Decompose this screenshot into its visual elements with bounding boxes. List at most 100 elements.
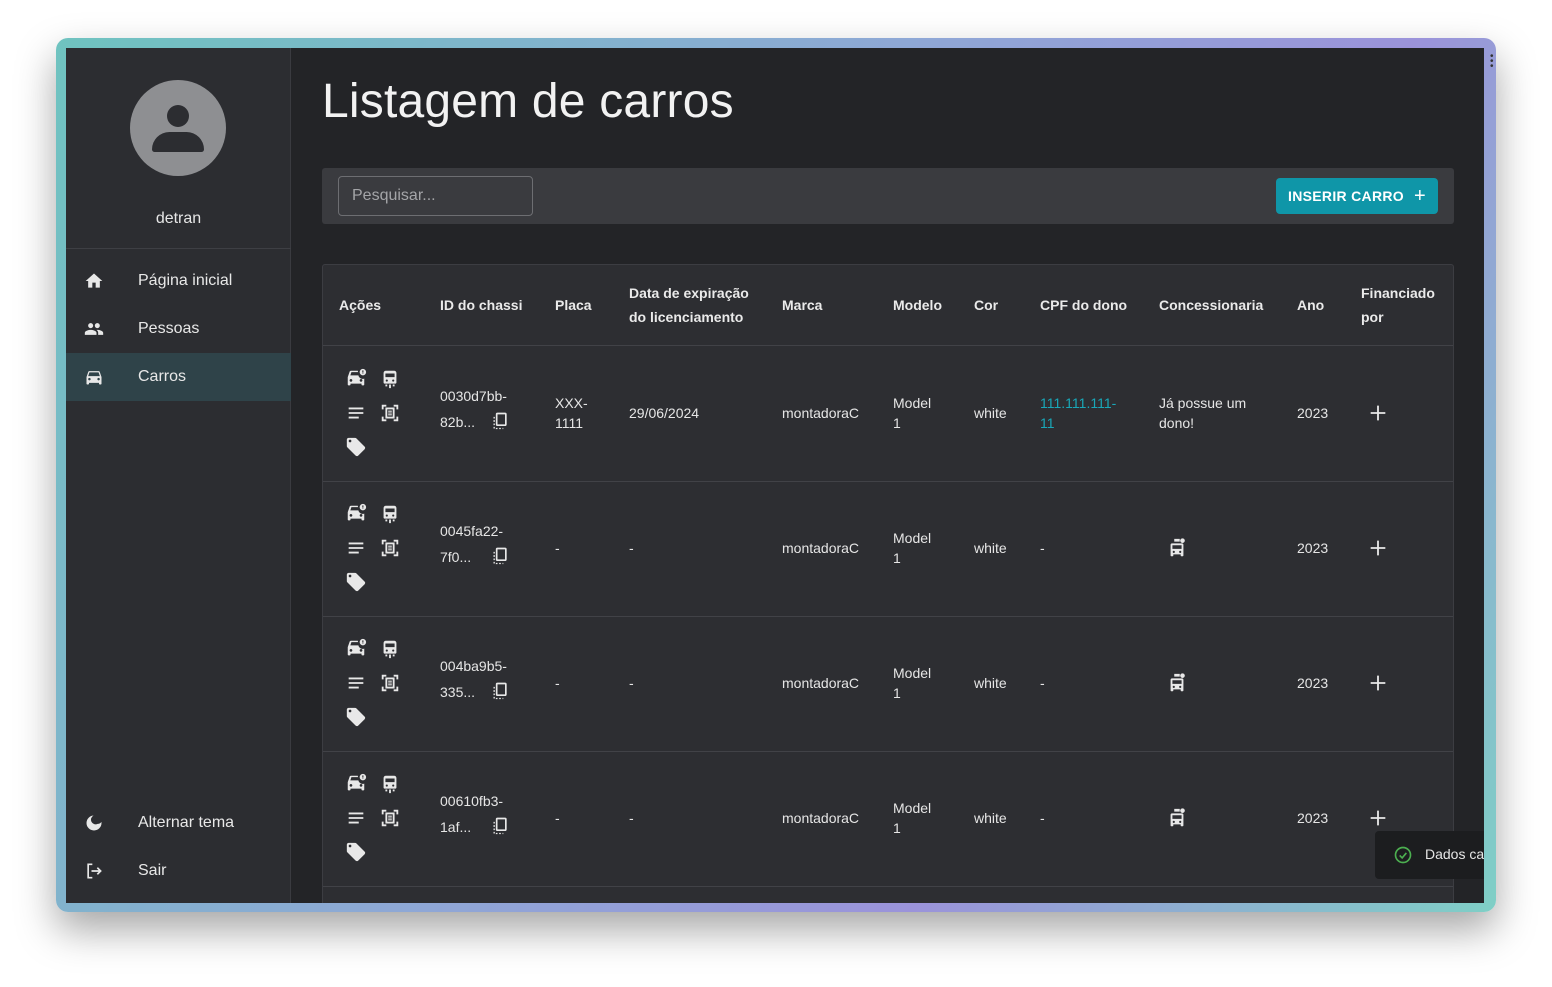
sidebar-divider (66, 248, 291, 249)
logout-button[interactable]: Sair (66, 847, 291, 895)
ano: 2023 (1297, 405, 1329, 421)
details-icon[interactable] (345, 402, 367, 424)
chassi-id-line2: 82b... (440, 414, 476, 430)
modelo-line2: 1 (893, 550, 901, 566)
car-alert-icon[interactable] (345, 368, 367, 390)
cor: white (974, 405, 1007, 421)
toggle-theme-button[interactable]: Alternar tema (66, 799, 291, 847)
modelo-line2: 1 (893, 685, 901, 701)
car-alert-icon[interactable] (345, 638, 367, 660)
document-scan-icon[interactable] (379, 402, 401, 424)
concessionaria-line2: dono! (1159, 415, 1195, 431)
modelo-line1: Model (893, 800, 932, 816)
add-financing-icon[interactable] (1367, 537, 1389, 559)
cpf: - (1040, 675, 1045, 691)
table-row: 0045fa22- 7f0... - - montadoraC Model 1 white - 2… (323, 482, 1453, 617)
ano: 2023 (1297, 540, 1329, 556)
expiracao: - (629, 810, 634, 826)
chassi-id-line2: 7f0... (440, 549, 472, 565)
car-front-icon[interactable] (379, 368, 401, 390)
car-front-icon[interactable] (379, 638, 401, 660)
document-scan-icon[interactable] (379, 807, 401, 829)
sidebar-item-pessoas[interactable]: Pessoas (66, 305, 291, 353)
header-ano[interactable]: Ano (1297, 293, 1324, 317)
home-icon (85, 273, 103, 288)
app-window-frame: • • • detran Página inicial Pessoas Carros (56, 38, 1496, 912)
insert-car-button[interactable]: INSERIR CARRO + (1276, 178, 1438, 214)
add-financing-icon[interactable] (1367, 807, 1389, 829)
placa: - (555, 810, 560, 826)
header-acoes: Ações (339, 297, 382, 313)
header-expiracao-line1[interactable]: Data de expiração (629, 281, 749, 305)
tag-icon[interactable] (345, 841, 367, 863)
modelo-line1: Model (893, 395, 932, 411)
car-alert-icon[interactable] (345, 773, 367, 795)
avatar (130, 80, 226, 176)
table-row: 004ba9b5- 335... - - montadoraC Model 1 white - 2… (323, 617, 1453, 752)
cor: white (974, 540, 1007, 556)
assign-dealer-icon[interactable] (1166, 672, 1188, 694)
document-scan-icon[interactable] (379, 537, 401, 559)
header-placa[interactable]: Placa (555, 293, 592, 317)
placa: - (555, 540, 560, 556)
placa-line1: XXX- (555, 395, 588, 411)
sidebar-item-pagina-inicial[interactable]: Página inicial (66, 257, 291, 305)
details-icon[interactable] (345, 807, 367, 829)
window-grip-icon[interactable]: • • • (1490, 52, 1494, 72)
header-expiracao-line2[interactable]: do licenciamento (629, 305, 743, 329)
add-financing-icon[interactable] (1367, 402, 1389, 424)
placa: - (555, 675, 560, 691)
check-circle-icon (1394, 846, 1412, 864)
cor: white (974, 675, 1007, 691)
plus-icon: + (1413, 185, 1426, 207)
ano: 2023 (1297, 675, 1329, 691)
header-marca[interactable]: Marca (782, 293, 822, 317)
username: detran (155, 210, 202, 227)
modelo-line1: Model (893, 530, 932, 546)
assign-dealer-icon[interactable] (1166, 807, 1188, 829)
logout-icon (87, 863, 102, 879)
copy-icon[interactable] (490, 681, 510, 701)
assign-dealer-icon[interactable] (1166, 537, 1188, 559)
details-icon[interactable] (345, 672, 367, 694)
expiracao: - (629, 540, 634, 556)
search-input[interactable] (338, 176, 533, 216)
copy-icon[interactable] (490, 816, 510, 836)
header-modelo[interactable]: Modelo (893, 293, 942, 317)
person-body-icon (152, 132, 204, 152)
header-cor[interactable]: Cor (974, 293, 998, 317)
cpf: - (1040, 810, 1045, 826)
cpf-link-line2[interactable]: 11 (1040, 413, 1055, 433)
details-icon[interactable] (345, 537, 367, 559)
tag-icon[interactable] (345, 571, 367, 593)
marca: montadoraC (782, 405, 860, 421)
copy-icon[interactable] (490, 546, 510, 566)
toolbar: INSERIR CARRO + (322, 168, 1454, 224)
marca: montadoraC (782, 675, 860, 691)
copy-icon[interactable] (490, 411, 510, 431)
header-financiado-line1[interactable]: Financiado (1361, 281, 1435, 305)
sidebar-item-label: Pessoas (138, 320, 200, 337)
header-concessionaria[interactable]: Concessionaria (1159, 293, 1263, 317)
chassi-id-line1: 0045fa22- (440, 523, 504, 539)
tag-icon[interactable] (345, 436, 367, 458)
cpf-link-line1[interactable]: 111.111.111- (1040, 393, 1116, 413)
car-front-icon[interactable] (379, 773, 401, 795)
success-toast: Dados carregados com sucesso! (1375, 831, 1484, 879)
car-alert-icon[interactable] (345, 503, 367, 525)
car-front-icon[interactable] (379, 503, 401, 525)
header-chassi[interactable]: ID do chassi (440, 293, 522, 317)
header-cpf[interactable]: CPF do dono (1040, 293, 1127, 317)
document-scan-icon[interactable] (379, 672, 401, 694)
modelo-line1: Model (893, 665, 932, 681)
sidebar-item-carros[interactable]: Carros (66, 353, 291, 401)
main-content: Listagem de carros INSERIR CARRO + Ações… (291, 48, 1484, 903)
add-financing-icon[interactable] (1367, 672, 1389, 694)
tag-icon[interactable] (345, 706, 367, 728)
person-head-icon (167, 105, 189, 127)
ano: 2023 (1297, 810, 1329, 826)
concessionaria-line1: Já possue um (1159, 395, 1247, 411)
expiracao: 29/06/2024 (629, 405, 700, 421)
app-window: detran Página inicial Pessoas Carros Alt… (66, 48, 1484, 903)
header-financiado-line2[interactable]: por (1361, 305, 1384, 329)
